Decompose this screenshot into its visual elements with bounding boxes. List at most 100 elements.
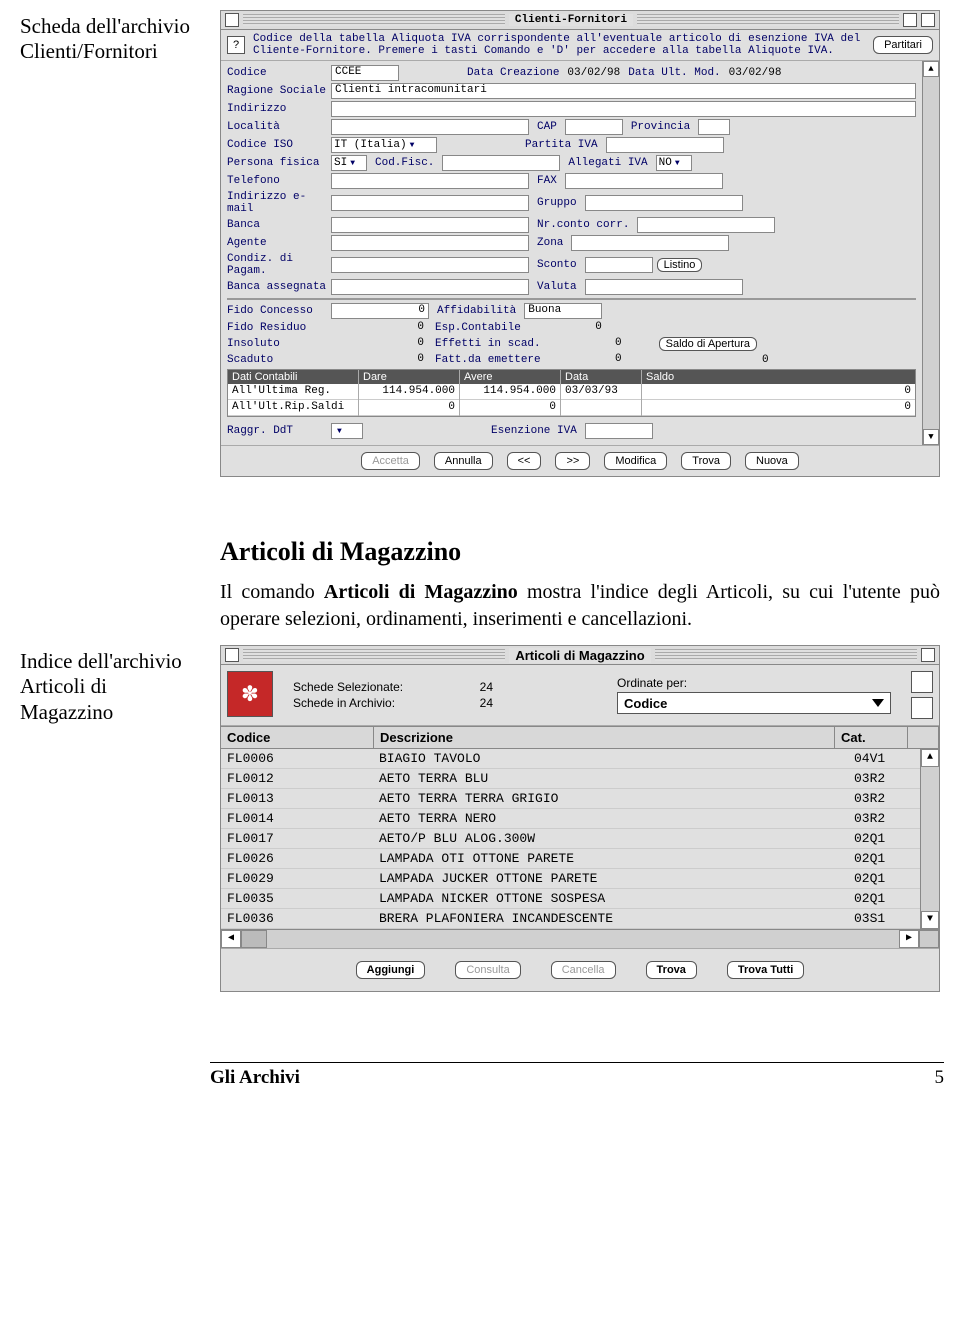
grid-cell: 114.954.000 — [359, 384, 459, 400]
scroll-left-icon[interactable]: ◀ — [221, 930, 241, 948]
trova-tutti-button[interactable]: Trova Tutti — [727, 961, 804, 979]
trova-button[interactable]: Trova — [646, 961, 697, 979]
view-icon-1[interactable] — [911, 671, 933, 693]
label-codice: Codice — [227, 67, 327, 79]
nuova-button[interactable]: Nuova — [745, 452, 799, 470]
label-nr-conto: Nr.conto corr. — [533, 219, 633, 231]
scroll-up-icon[interactable]: ▲ — [921, 749, 939, 767]
cell-categoria: 02Q1 — [848, 889, 920, 908]
telefono-input[interactable] — [331, 173, 529, 189]
table-row[interactable]: FL0014AETO TERRA NERO03R2 — [221, 809, 920, 829]
grid-cell: 0 — [642, 400, 915, 416]
table-row[interactable]: FL0036BRERA PLAFONIERA INCANDESCENTE03S1 — [221, 909, 920, 929]
persona-fisica-select[interactable]: SI▼ — [331, 155, 367, 171]
table-row[interactable]: FL0017AETO/P BLU ALOG.300W02Q1 — [221, 829, 920, 849]
table-row[interactable]: FL0035LAMPADA NICKER OTTONE SOSPESA02Q1 — [221, 889, 920, 909]
view-icon-2[interactable] — [911, 697, 933, 719]
collapse-icon[interactable] — [921, 13, 935, 27]
annulla-button[interactable]: Annulla — [434, 452, 493, 470]
localita-input[interactable] — [331, 119, 529, 135]
table-row[interactable]: FL0013AETO TERRA TERRA GRIGIO03R2 — [221, 789, 920, 809]
nr-conto-input[interactable] — [637, 217, 775, 233]
cod-fisc-input[interactable] — [442, 155, 560, 171]
sconto-input[interactable] — [585, 257, 653, 273]
cell-categoria: 03R2 — [848, 789, 920, 808]
email-input[interactable] — [331, 195, 529, 211]
codice-input[interactable]: CCEE — [331, 65, 399, 81]
modifica-button[interactable]: Modifica — [604, 452, 667, 470]
listino-button[interactable]: Listino — [657, 258, 703, 272]
fax-input[interactable] — [565, 173, 723, 189]
gruppo-input[interactable] — [585, 195, 743, 211]
table-row[interactable]: FL0006BIAGIO TAVOLO04V1 — [221, 749, 920, 769]
next-button[interactable]: >> — [555, 452, 590, 470]
trova-button[interactable]: Trova — [681, 452, 731, 470]
indirizzo-input[interactable] — [331, 101, 916, 117]
column-descrizione[interactable]: Descrizione — [374, 727, 835, 748]
table-row[interactable]: FL0012AETO TERRA BLU03R2 — [221, 769, 920, 789]
zoom-icon[interactable] — [903, 13, 917, 27]
allegati-select[interactable]: NO▼ — [656, 155, 692, 171]
selezionate-value: 24 — [453, 680, 493, 694]
resize-handle-icon[interactable] — [919, 930, 939, 948]
cell-codice: FL0012 — [221, 769, 373, 788]
esenzione-input[interactable] — [585, 423, 653, 439]
help-icon[interactable]: ? — [227, 36, 245, 54]
cancella-button[interactable]: Cancella — [551, 961, 616, 979]
banca-ass-input[interactable] — [331, 279, 529, 295]
table-row[interactable]: FL0029LAMPADA JUCKER OTTONE PARETE02Q1 — [221, 869, 920, 889]
insoluto-value: 0 — [331, 337, 427, 351]
grid-cell: 114.954.000 — [460, 384, 560, 400]
zona-input[interactable] — [571, 235, 729, 251]
titlebar-stripes — [243, 14, 505, 26]
label-esp-contabile: Esp.Contabile — [431, 322, 525, 334]
chevron-down-icon: ▼ — [675, 159, 680, 168]
cell-categoria: 04V1 — [848, 749, 920, 768]
zoom-icon[interactable] — [921, 648, 935, 662]
cell-codice: FL0029 — [221, 869, 373, 888]
prev-button[interactable]: << — [507, 452, 542, 470]
aggiungi-button[interactable]: Aggiungi — [356, 961, 426, 979]
window-title: Articoli di Magazzino — [509, 648, 650, 663]
table-row[interactable]: FL0026LAMPADA OTI OTTONE PARETE02Q1 — [221, 849, 920, 869]
partitari-button[interactable]: Partitari — [873, 36, 933, 54]
codice-iso-select[interactable]: IT (Italia)▼ — [331, 137, 437, 153]
ordinate-select[interactable]: Codice — [617, 692, 891, 714]
footer-page-number: 5 — [935, 1067, 945, 1089]
scroll-down-icon[interactable]: ▼ — [923, 429, 939, 445]
scroll-up-icon[interactable]: ▲ — [923, 61, 939, 77]
column-codice[interactable]: Codice — [221, 727, 374, 748]
titlebar-stripes — [655, 649, 917, 661]
label-fax: FAX — [533, 175, 561, 187]
label-agente: Agente — [227, 237, 327, 249]
ragione-input[interactable]: Clienti intracomunitari — [331, 83, 916, 99]
label-banca: Banca — [227, 219, 327, 231]
provincia-input[interactable] — [698, 119, 730, 135]
vertical-scrollbar[interactable]: ▲ ▼ — [922, 61, 939, 445]
scroll-thumb[interactable] — [241, 930, 267, 948]
partita-iva-input[interactable] — [606, 137, 724, 153]
banca-input[interactable] — [331, 217, 529, 233]
scroll-down-icon[interactable]: ▼ — [921, 911, 939, 929]
consulta-button[interactable]: Consulta — [455, 961, 520, 979]
column-categoria[interactable]: Cat. — [835, 727, 908, 748]
accetta-button[interactable]: Accetta — [361, 452, 420, 470]
vertical-scrollbar[interactable]: ▲ ▼ — [920, 749, 939, 929]
valuta-input[interactable] — [585, 279, 743, 295]
agente-input[interactable] — [331, 235, 529, 251]
fido-concesso-input[interactable]: 0 — [331, 303, 429, 319]
window-titlebar: Clienti-Fornitori — [221, 11, 939, 30]
table-body: FL0006BIAGIO TAVOLO04V1FL0012AETO TERRA … — [221, 749, 920, 929]
raggr-select[interactable]: ▼ — [331, 423, 363, 439]
cap-input[interactable] — [565, 119, 623, 135]
horizontal-scrollbar[interactable]: ◀ ▶ — [221, 930, 919, 948]
accounting-grid: Dati Contabili All'Ultima Reg. All'Ult.R… — [227, 369, 916, 417]
close-icon[interactable] — [225, 648, 239, 662]
scroll-right-icon[interactable]: ▶ — [899, 930, 919, 948]
saldo-apertura-button[interactable]: Saldo di Apertura — [659, 337, 757, 351]
condiz-input[interactable] — [331, 257, 529, 273]
affidabilita-input[interactable]: Buona — [524, 303, 602, 319]
chevron-down-icon: ▼ — [410, 141, 415, 150]
close-icon[interactable] — [225, 13, 239, 27]
window-title: Clienti-Fornitori — [509, 14, 633, 26]
